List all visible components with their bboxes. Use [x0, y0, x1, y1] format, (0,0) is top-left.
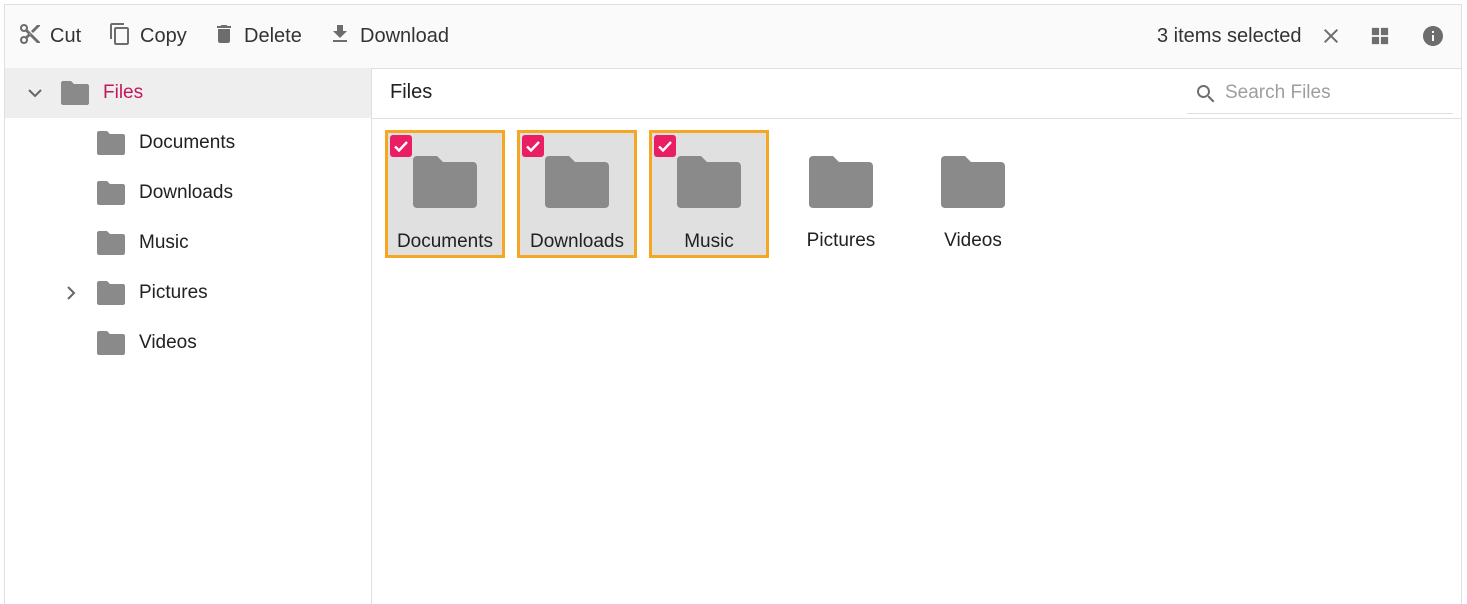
nav-label-music: Music: [139, 232, 189, 253]
nav-label-downloads: Downloads: [139, 182, 233, 203]
clear-selection-button[interactable]: [1319, 24, 1343, 48]
copy-button[interactable]: Copy: [108, 5, 187, 68]
search-box: [1187, 73, 1453, 114]
cut-label: Cut: [50, 25, 82, 47]
tile-pictures[interactable]: Pictures: [781, 130, 901, 258]
tile-label: Documents: [396, 231, 494, 252]
trash-icon: [212, 22, 244, 52]
breadcrumb-item-files[interactable]: Files: [390, 81, 432, 104]
tile-music[interactable]: Music: [649, 130, 769, 258]
nav-label-documents: Documents: [139, 132, 236, 153]
folder-icon: [809, 156, 873, 208]
checkbox-checked[interactable]: [522, 135, 544, 157]
breadcrumb: Files: [372, 68, 1461, 119]
folder-icon: [941, 156, 1005, 208]
tile-documents[interactable]: Documents: [385, 130, 505, 258]
nav-label-files: Files: [103, 82, 144, 103]
folder-icon: [61, 81, 89, 105]
tile-downloads[interactable]: Downloads: [517, 130, 637, 258]
folder-icon: [677, 156, 741, 208]
nav-item-pictures[interactable]: Pictures: [5, 268, 371, 318]
content-pane: Files Documents Downloads Music Pictures: [372, 68, 1461, 604]
folder-icon: [97, 181, 125, 205]
tile-label: Pictures: [806, 230, 876, 251]
download-label: Download: [360, 25, 449, 47]
chevron-right-icon[interactable]: [61, 283, 81, 303]
info-icon: [1421, 26, 1445, 52]
nav-label-pictures: Pictures: [139, 282, 208, 303]
tile-label: Music: [684, 231, 734, 252]
nav-item-videos[interactable]: Videos: [5, 318, 371, 368]
nav-item-downloads[interactable]: Downloads: [5, 168, 371, 218]
tile-videos[interactable]: Videos: [913, 130, 1033, 258]
nav-label-videos: Videos: [139, 332, 197, 353]
nav-item-files[interactable]: Files: [5, 68, 371, 118]
checkbox-checked[interactable]: [654, 135, 676, 157]
folder-icon: [97, 131, 125, 155]
checkbox-checked[interactable]: [390, 135, 412, 157]
file-manager: Cut Copy Delete Download 3 items selecte…: [4, 4, 1462, 604]
search-input[interactable]: [1223, 79, 1447, 107]
folder-icon: [545, 156, 609, 208]
toolbar: Cut Copy Delete Download 3 items selecte…: [5, 5, 1461, 69]
delete-label: Delete: [244, 25, 302, 47]
selection-status: 3 items selected: [1157, 25, 1302, 47]
folder-icon: [97, 231, 125, 255]
nav-item-documents[interactable]: Documents: [5, 118, 371, 168]
delete-button[interactable]: Delete: [212, 5, 302, 68]
folder-icon: [97, 281, 125, 305]
folder-icon: [97, 331, 125, 355]
chevron-down-icon[interactable]: [25, 83, 45, 103]
cut-button[interactable]: Cut: [18, 5, 81, 68]
view-toggle-button[interactable]: [1368, 24, 1392, 48]
copy-label: Copy: [140, 25, 187, 47]
tile-label: Downloads: [530, 231, 624, 252]
nav-item-music[interactable]: Music: [5, 218, 371, 268]
scissors-icon: [18, 22, 50, 52]
close-icon: [1319, 29, 1343, 52]
folder-icon: [413, 156, 477, 208]
details-button[interactable]: [1421, 24, 1445, 48]
download-icon: [328, 22, 360, 52]
navigation-pane: Files Documents Downloads Music Pictures…: [5, 68, 372, 604]
copy-icon: [108, 22, 140, 52]
download-button[interactable]: Download: [328, 5, 449, 68]
grid-view-icon: [1368, 27, 1392, 52]
tile-label: Videos: [944, 230, 1002, 251]
